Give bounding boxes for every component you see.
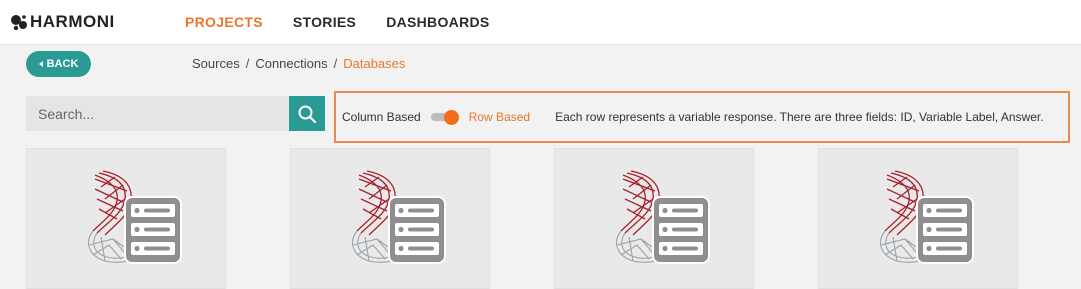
brand-logo[interactable]: HARMONI — [10, 13, 115, 31]
row-column-toggle[interactable] — [430, 110, 461, 125]
search-input[interactable] — [26, 96, 289, 131]
breadcrumb-sources[interactable]: Sources — [192, 56, 240, 71]
database-card[interactable] — [290, 148, 490, 289]
nav-dashboards[interactable]: DASHBOARDS — [386, 0, 489, 45]
search-bar — [26, 96, 325, 131]
toggle-knob — [443, 110, 459, 125]
search-icon — [298, 105, 317, 123]
format-description: Each row represents a variable response.… — [555, 110, 1044, 124]
nav-stories[interactable]: STORIES — [293, 0, 356, 45]
data-format-selector: Column Based Row Based Each row represen… — [334, 91, 1070, 143]
search-button[interactable] — [289, 96, 325, 131]
row-based-option[interactable]: Row Based — [469, 110, 530, 124]
back-button-label: BACK — [46, 58, 79, 70]
sql-server-database-icon — [351, 170, 446, 264]
breadcrumb-databases: Databases — [343, 56, 406, 71]
main-nav: PROJECTS STORIES DASHBOARDS — [185, 0, 520, 45]
database-card[interactable] — [554, 148, 754, 289]
database-card[interactable] — [26, 148, 226, 289]
database-card[interactable] — [818, 148, 1018, 289]
back-button[interactable]: BACK — [26, 51, 91, 77]
top-navbar: HARMONI PROJECTS STORIES DASHBOARDS — [0, 0, 1081, 45]
nav-projects[interactable]: PROJECTS — [185, 0, 263, 45]
sql-server-database-icon — [879, 170, 974, 264]
breadcrumb-connections[interactable]: Connections — [255, 56, 327, 71]
breadcrumb-separator: / — [245, 56, 250, 71]
harmoni-logo-icon — [11, 15, 27, 31]
sql-server-database-icon — [615, 170, 710, 264]
sql-server-database-icon — [87, 170, 182, 264]
chevron-left-icon — [38, 61, 43, 67]
breadcrumb: Sources / Connections / Databases — [192, 56, 405, 71]
column-based-option[interactable]: Column Based — [342, 110, 421, 124]
brand-name: HARMONI — [30, 12, 115, 31]
breadcrumb-separator: / — [333, 56, 338, 71]
